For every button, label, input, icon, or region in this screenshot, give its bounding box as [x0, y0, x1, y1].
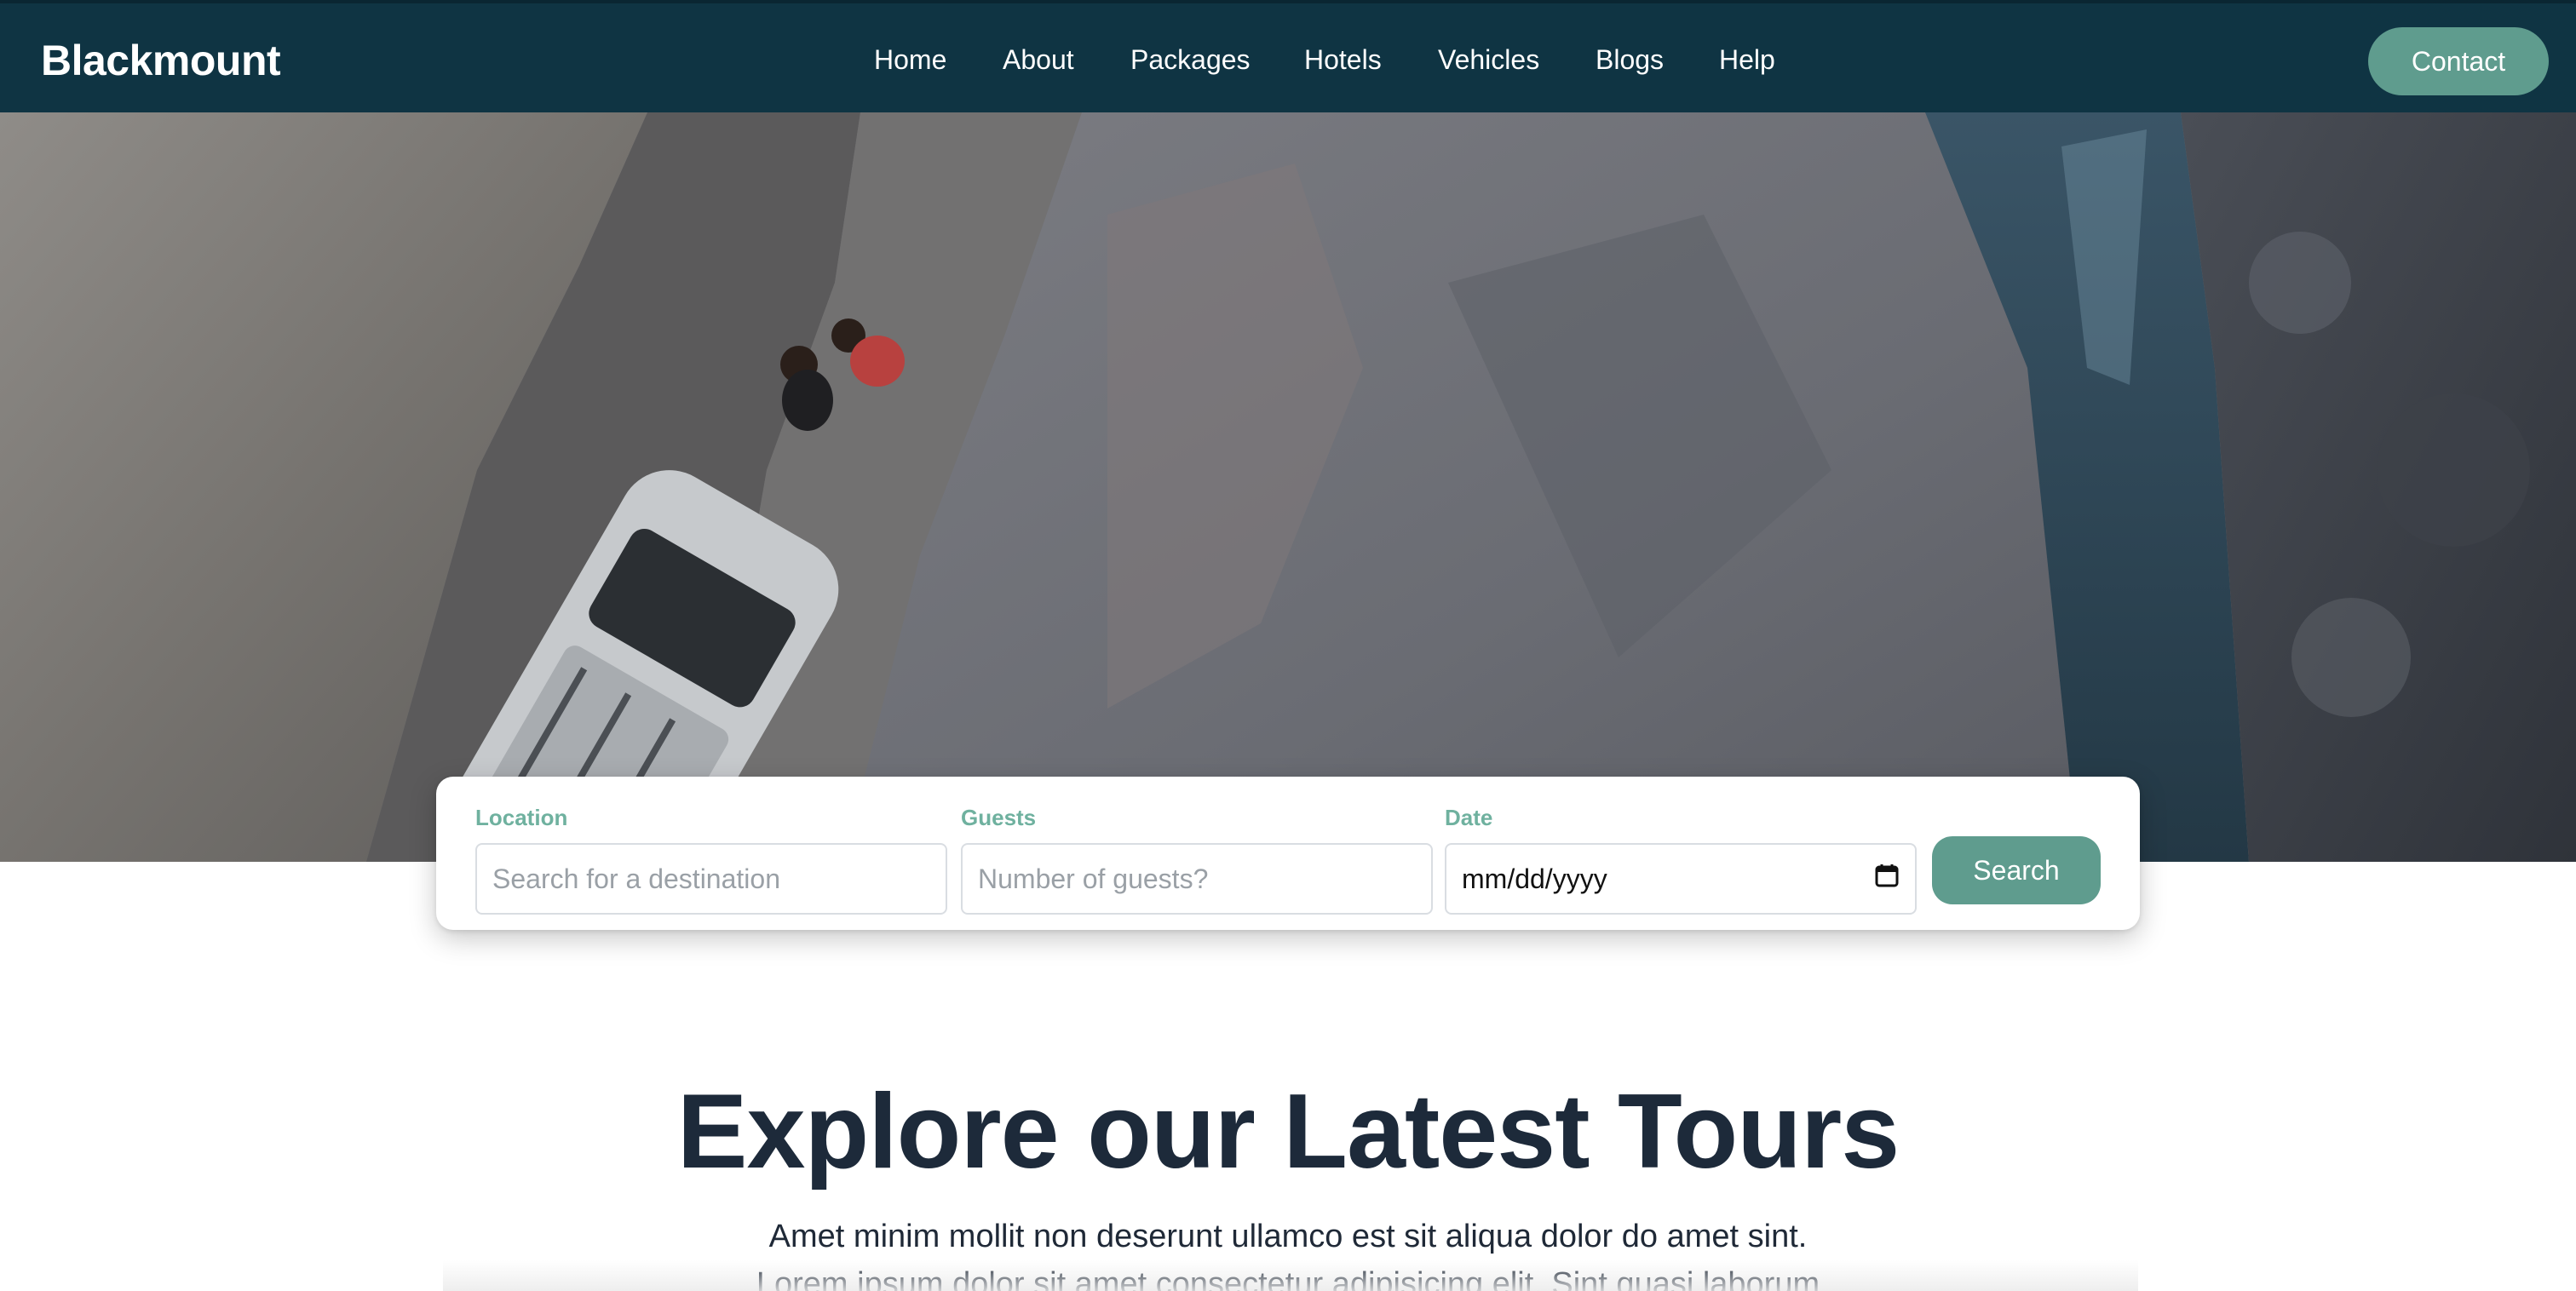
section-title: Explore our Latest Tours — [676, 1073, 1900, 1191]
date-label: Date — [1445, 805, 1493, 830]
nav-link-packages[interactable]: Packages — [1130, 44, 1251, 76]
date-input[interactable]: mm/dd/yyyy — [1445, 843, 1917, 915]
date-value: mm/dd/yyyy — [1462, 863, 1607, 894]
nav-links: Home About Packages Hotels Vehicles Blog… — [0, 3, 2576, 116]
nav-link-home[interactable]: Home — [874, 44, 946, 76]
nav-link-vehicles[interactable]: Vehicles — [1438, 44, 1539, 76]
guests-input[interactable]: Number of guests? — [961, 843, 1433, 915]
location-placeholder: Search for a destination — [492, 863, 780, 894]
location-input[interactable]: Search for a destination — [475, 843, 947, 915]
guests-label: Guests — [961, 805, 1037, 830]
search-button[interactable]: Search — [1932, 836, 2101, 904]
location-label: Location — [475, 805, 568, 830]
card-shadow-fade — [443, 1260, 2138, 1291]
date-field: Date mm/dd/yyyy — [1445, 802, 1917, 915]
hero-image — [0, 112, 2576, 862]
search-card: Location Search for a destination Guests… — [436, 777, 2140, 930]
calendar-icon[interactable] — [1874, 863, 1900, 895]
contact-button[interactable]: Contact — [2368, 27, 2549, 95]
top-navbar: Blackmount Home About Packages Hotels Ve… — [0, 0, 2576, 112]
nav-link-help[interactable]: Help — [1719, 44, 1775, 76]
nav-link-hotels[interactable]: Hotels — [1304, 44, 1382, 76]
nav-link-blogs[interactable]: Blogs — [1596, 44, 1664, 76]
section-text-line-1: Amet minim mollit non deserunt ullamco e… — [768, 1219, 1808, 1254]
guests-field: Guests Number of guests? — [961, 802, 1433, 915]
nav-link-about[interactable]: About — [1003, 44, 1074, 76]
guests-placeholder: Number of guests? — [978, 863, 1209, 894]
location-field: Location Search for a destination — [475, 802, 947, 915]
